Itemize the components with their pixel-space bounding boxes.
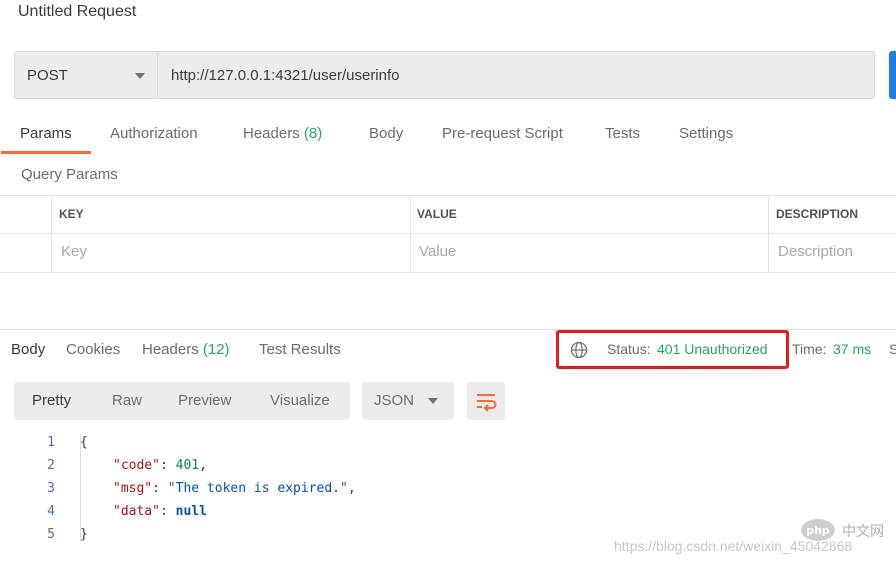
- format-select[interactable]: JSON: [362, 382, 454, 420]
- tab-authorization[interactable]: Authorization: [110, 125, 198, 142]
- tab-label: Test Results: [259, 341, 341, 358]
- view-mode-pretty[interactable]: Pretty: [32, 392, 71, 409]
- method-select[interactable]: POST: [15, 52, 158, 98]
- format-label: JSON: [374, 392, 415, 409]
- view-mode-preview[interactable]: Preview: [178, 392, 231, 409]
- json-colon: :: [159, 458, 176, 473]
- code-brace: {: [80, 435, 88, 450]
- status-value[interactable]: 401 Unauthorized: [657, 341, 768, 357]
- view-mode-raw[interactable]: Raw: [112, 392, 142, 409]
- code-brace: }: [80, 527, 88, 542]
- key-input[interactable]: Key: [61, 243, 87, 260]
- code-line: "code": 401,: [113, 458, 207, 473]
- tab-label: Params: [20, 125, 72, 142]
- json-comma: ,: [347, 481, 356, 496]
- tab-pre-request-script[interactable]: Pre-request Script: [442, 125, 563, 142]
- view-mode-selector: Pretty Raw Preview Visualize: [14, 382, 350, 420]
- json-value: 401: [175, 458, 200, 473]
- time-value[interactable]: 37 ms: [833, 341, 871, 357]
- tab-label: Settings: [679, 125, 734, 142]
- json-key: "msg": [113, 481, 153, 496]
- json-value: "The token is expired.": [167, 481, 348, 496]
- divider: [0, 195, 896, 196]
- json-value: null: [175, 504, 207, 519]
- tab-label: Body: [11, 341, 46, 358]
- divider: [768, 195, 769, 273]
- json-key: "code": [113, 458, 160, 473]
- tab-headers[interactable]: Headers (8): [243, 125, 322, 142]
- request-title[interactable]: Untitled Request: [18, 3, 136, 21]
- time-label: Time:: [792, 341, 827, 357]
- tab-label: Authorization: [110, 125, 198, 142]
- wrap-lines-icon[interactable]: [467, 382, 505, 420]
- url-input[interactable]: http://127.0.0.1:4321/user/userinfo: [171, 67, 400, 84]
- line-number: 1: [47, 435, 55, 450]
- tab-count: (8): [303, 125, 323, 142]
- method-label: POST: [27, 66, 68, 84]
- response-tab-body[interactable]: Body: [11, 341, 45, 358]
- tab-label: Headers: [142, 341, 199, 358]
- status-label: Status:: [607, 341, 651, 357]
- response-tab-test-results[interactable]: Test Results: [259, 341, 341, 358]
- view-mode-visualize[interactable]: Visualize: [270, 392, 330, 409]
- value-input[interactable]: Value: [419, 243, 456, 260]
- tab-body[interactable]: Body: [369, 125, 403, 142]
- tab-params[interactable]: Params: [20, 125, 72, 142]
- response-tab-headers[interactable]: Headers (12): [142, 341, 230, 358]
- params-table: KEY VALUE DESCRIPTION Key Value Descript…: [0, 195, 896, 273]
- divider: [0, 272, 896, 273]
- code-fold-guide: [80, 434, 81, 542]
- chevron-down-icon: [135, 73, 145, 79]
- line-number: 2: [47, 458, 55, 473]
- query-params-label: Query Params: [21, 166, 118, 183]
- divider: [410, 195, 411, 273]
- divider: [0, 233, 896, 234]
- json-key: "data": [113, 504, 160, 519]
- json-colon: :: [159, 504, 176, 519]
- line-number: 4: [47, 504, 55, 519]
- tab-tests[interactable]: Tests: [605, 125, 640, 142]
- tab-label: Pre-request Script: [442, 125, 563, 142]
- url-bar: POST http://127.0.0.1:4321/user/userinfo: [14, 51, 875, 99]
- tab-count: (12): [202, 341, 230, 358]
- column-header-key: KEY: [59, 207, 84, 221]
- column-header-description: DESCRIPTION: [776, 207, 859, 221]
- chevron-down-icon: [428, 398, 438, 404]
- divider: [51, 195, 52, 273]
- watermark: https://blog.csdn.net/weixin_45042868: [614, 538, 853, 554]
- json-comma: ,: [199, 458, 207, 473]
- code-line: "msg": "The token is expired.",: [113, 481, 356, 496]
- code-line: {: [80, 435, 88, 450]
- code-line: }: [80, 527, 88, 542]
- tab-label: Body: [369, 125, 404, 142]
- json-colon: :: [152, 481, 168, 496]
- line-number: 5: [47, 527, 55, 542]
- active-tab-indicator: [1, 151, 91, 154]
- send-button[interactable]: [889, 51, 896, 99]
- column-header-value: VALUE: [417, 207, 457, 221]
- globe-icon[interactable]: [570, 341, 588, 359]
- tab-label: Headers: [243, 125, 300, 142]
- response-tab-cookies[interactable]: Cookies: [66, 341, 120, 358]
- svg-text:php: php: [806, 524, 830, 537]
- line-number: 3: [47, 481, 55, 496]
- code-line: "data": null: [113, 504, 207, 519]
- tab-label: Tests: [605, 125, 641, 142]
- size-label: S: [889, 341, 896, 357]
- tab-settings[interactable]: Settings: [679, 125, 733, 142]
- description-input[interactable]: Description: [778, 243, 853, 260]
- tab-label: Cookies: [66, 341, 121, 358]
